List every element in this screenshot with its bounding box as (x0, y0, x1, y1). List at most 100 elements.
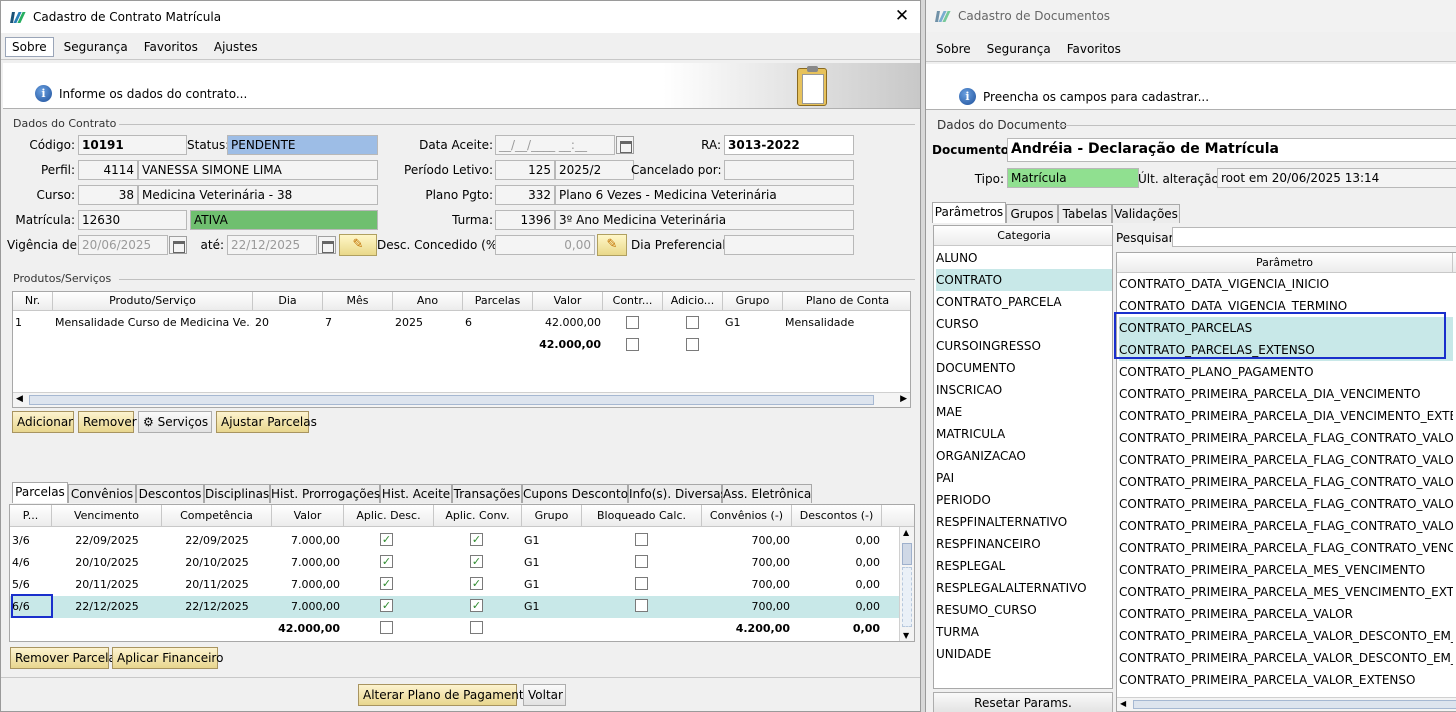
perfil-id-field[interactable]: 4114 (78, 160, 138, 180)
matricula-field[interactable]: 12630 (78, 210, 187, 230)
col-header[interactable]: Descontos (-) (792, 505, 882, 527)
curso-id-field[interactable]: 38 (78, 185, 138, 205)
calendar-icon[interactable] (616, 136, 634, 154)
list-item[interactable]: MATRICULA (936, 423, 1112, 445)
list-item[interactable]: CONTRATO_PRIMEIRA_PARCELA_FLAG_CONTRATO_… (1119, 471, 1453, 493)
col-header[interactable]: Parcelas (463, 292, 533, 311)
tab-cupons-desconto[interactable]: Cupons Desconto (522, 484, 628, 503)
list-item[interactable]: CONTRATO_PRIMEIRA_PARCELA_MES_VENCIMENTO… (1119, 581, 1453, 603)
scroll-right-icon[interactable]: ▶ (900, 394, 907, 404)
list-item[interactable]: RESPLEGALALTERNATIVO (936, 577, 1112, 599)
scroll-thumb[interactable] (1133, 700, 1456, 709)
col-header[interactable]: Aplic. Conv. (434, 505, 522, 527)
checkbox[interactable]: ✓ (380, 533, 393, 546)
col-header[interactable]: Grupo (522, 505, 582, 527)
col-header[interactable]: Produto/Serviço (53, 292, 253, 311)
matricula-status-field[interactable]: ATIVA (190, 210, 378, 230)
cancelado-field[interactable] (724, 160, 854, 180)
documento-field[interactable]: Andréia - Declaração de Matrícula (1007, 138, 1456, 162)
tab-disciplinas[interactable]: Disciplinas (204, 484, 270, 503)
vertical-scrollbar[interactable]: ▲ ▼ (899, 527, 914, 641)
scroll-track[interactable] (902, 567, 912, 627)
list-item[interactable]: CONTRATO_PRIMEIRA_PARCELA_VALOR_DESCONTO… (1119, 625, 1453, 647)
list-item[interactable]: INSCRICAO (936, 379, 1112, 401)
col-header[interactable]: Parâmetro (1117, 253, 1453, 273)
tipo-field[interactable]: Matrícula (1007, 168, 1139, 188)
menu-sobre[interactable]: Sobre (930, 40, 977, 58)
desc-field[interactable]: 0,00 (495, 235, 595, 255)
title-bar[interactable]: Cadastro de Documentos (926, 0, 1456, 32)
list-item[interactable]: RESUMO_CURSO (936, 599, 1112, 621)
checkbox[interactable]: ✓ (470, 533, 483, 546)
tab-infos-diversas[interactable]: Info(s). Diversas (628, 484, 727, 503)
data-aceite-field[interactable]: __/__/____ __:__ (495, 135, 615, 155)
calendar-icon[interactable] (318, 236, 336, 254)
list-item[interactable]: PAI (936, 467, 1112, 489)
list-item[interactable]: CONTRATO_PRIMEIRA_PARCELA_FLAG_CONTRATO_… (1119, 537, 1453, 559)
list-item[interactable]: TURMA (936, 621, 1112, 643)
list-item[interactable]: CONTRATO_PRIMEIRA_PARCELA_DIA_VENCIMENTO (1119, 383, 1453, 405)
status-field[interactable]: PENDENTE (227, 135, 378, 155)
tab-ass-eletronica[interactable]: Ass. Eletrônica (722, 484, 812, 503)
checkbox[interactable] (635, 533, 648, 546)
list-item[interactable]: CONTRATO_DATA_VIGENCIA_INICIO (1119, 273, 1453, 295)
aplicar-financeiro-button[interactable]: Aplicar Financeiro (112, 647, 223, 669)
col-header[interactable]: Ano (393, 292, 463, 311)
tab-convenios[interactable]: Convênios (68, 484, 136, 503)
ra-field[interactable]: 3013-2022 (724, 135, 854, 155)
col-header[interactable]: Aplic. Desc. (344, 505, 434, 527)
curso-field[interactable]: Medicina Veterinária - 38 (138, 185, 378, 205)
pesquisar-input[interactable] (1172, 227, 1456, 247)
checkbox[interactable] (635, 555, 648, 568)
menu-sobre[interactable]: Sobre (5, 36, 54, 57)
horizontal-scrollbar[interactable]: ◀ ▶ (13, 392, 910, 407)
scroll-down-icon[interactable]: ▼ (903, 631, 909, 640)
col-header[interactable]: Categoria (934, 226, 1112, 246)
checkbox[interactable] (635, 599, 648, 612)
periodo-field[interactable]: 2025/2 (555, 160, 634, 180)
tab-parametros[interactable]: Parâmetros (932, 202, 1006, 223)
remover-parcela-button[interactable]: Remover Parcela (10, 647, 116, 669)
turma-id-field[interactable]: 1396 (495, 210, 555, 230)
tab-grupos[interactable]: Grupos (1006, 204, 1058, 223)
list-item[interactable]: ALUNO (936, 247, 1112, 269)
alterar-plano-button[interactable]: Alterar Plano de Pagamento (358, 684, 531, 706)
col-header[interactable]: Vencimento (52, 505, 162, 527)
menu-seguranca[interactable]: Segurança (58, 38, 134, 56)
tab-descontos[interactable]: Descontos (136, 484, 204, 503)
col-header[interactable]: Grupo (723, 292, 783, 311)
resetar-params-button[interactable]: Resetar Params. (933, 692, 1113, 712)
tab-hist-prorrogacoes[interactable]: Hist. Prorrogações (270, 484, 380, 503)
checkbox[interactable] (380, 621, 393, 634)
voltar-button[interactable]: Voltar (523, 684, 566, 706)
list-item[interactable]: CURSO (936, 313, 1112, 335)
close-icon[interactable]: ✕ (892, 6, 912, 26)
checkbox[interactable] (626, 338, 639, 351)
checkbox[interactable]: ✓ (470, 555, 483, 568)
col-header[interactable]: Valor (272, 505, 344, 527)
list-item[interactable]: RESPFINANCEIRO (936, 533, 1112, 555)
list-item[interactable]: CONTRATO (936, 269, 1112, 291)
list-item[interactable]: PERIODO (936, 489, 1112, 511)
checkbox[interactable]: ✓ (380, 599, 393, 612)
remover-button[interactable]: Remover (78, 411, 137, 433)
list-item[interactable]: CURSOINGRESSO (936, 335, 1112, 357)
edit-pencil-icon[interactable]: ✎ (597, 234, 627, 256)
col-header[interactable]: P... (10, 505, 52, 527)
col-header[interactable]: Convênios (-) (702, 505, 792, 527)
list-item[interactable]: CONTRATO_PRIMEIRA_PARCELA_DIA_VENCIMENTO… (1119, 405, 1453, 427)
checkbox[interactable] (470, 621, 483, 634)
vigencia-de-field[interactable]: 20/06/2025 (78, 235, 168, 255)
list-item[interactable]: ORGANIZACAO (936, 445, 1112, 467)
checkbox[interactable]: ✓ (380, 555, 393, 568)
list-item[interactable]: CONTRATO_PRIMEIRA_PARCELA_FLAG_CONTRATO_… (1119, 449, 1453, 471)
tab-parcelas[interactable]: Parcelas (12, 482, 68, 503)
menu-ajustes[interactable]: Ajustes (208, 38, 264, 56)
checkbox[interactable] (626, 316, 639, 329)
vigencia-ate-field[interactable]: 22/12/2025 (227, 235, 317, 255)
col-header[interactable]: Mês (323, 292, 393, 311)
edit-pencil-icon[interactable]: ✎ (339, 234, 377, 256)
scroll-thumb[interactable] (902, 543, 912, 565)
col-header[interactable]: Contr... (603, 292, 663, 311)
list-item[interactable]: RESPFINALTERNATIVO (936, 511, 1112, 533)
